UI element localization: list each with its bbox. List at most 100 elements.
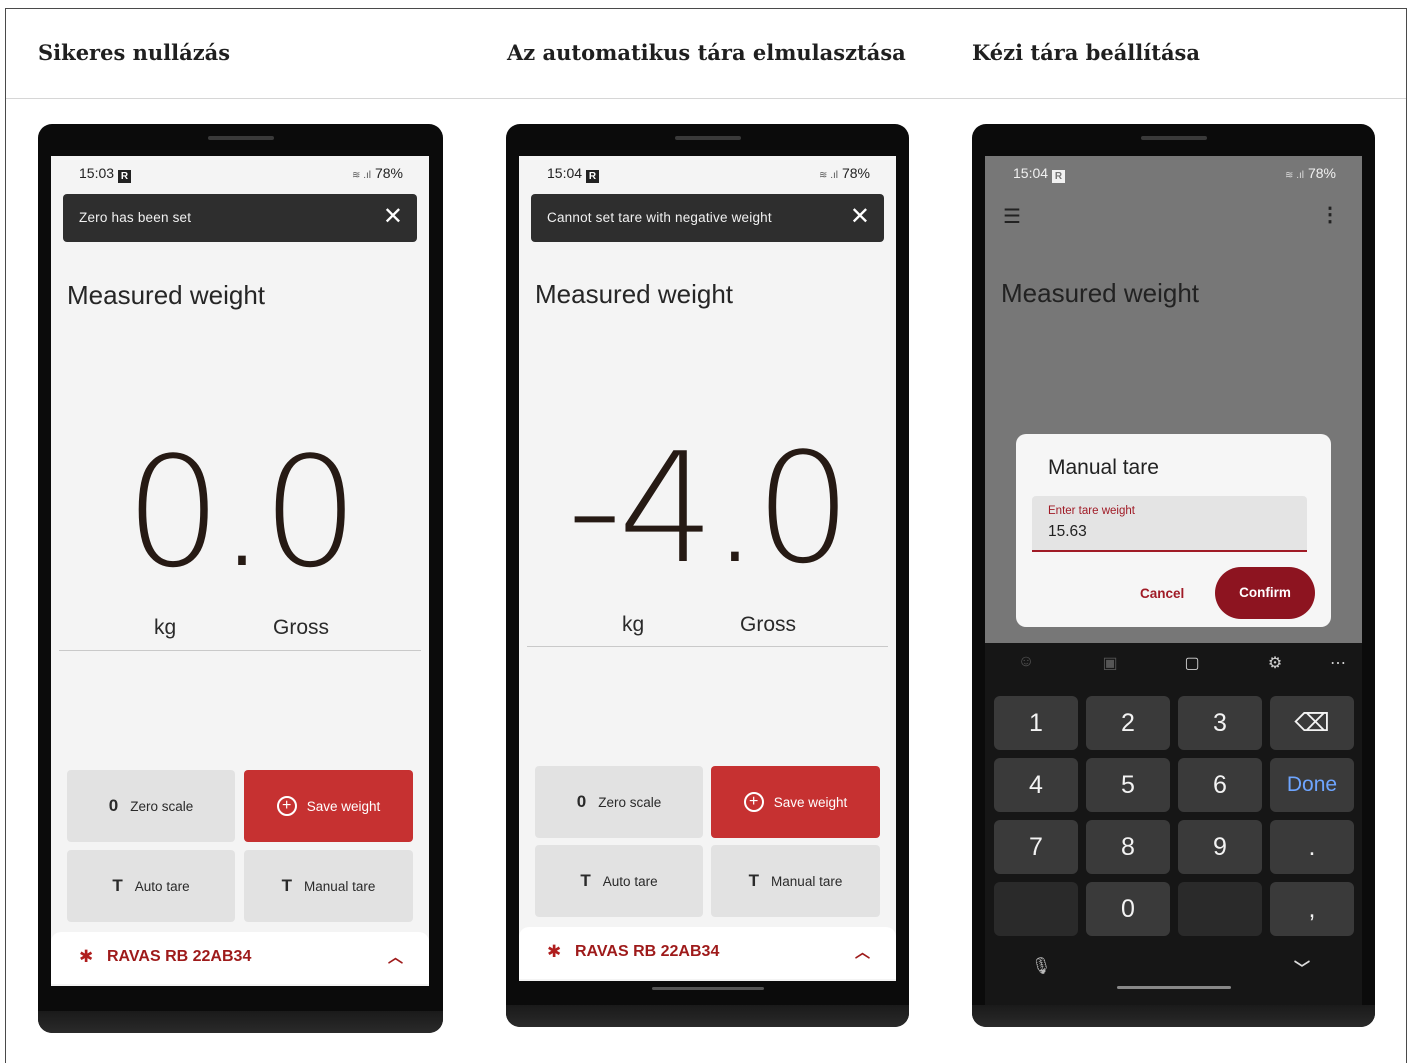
weight-value: 0.0 (125, 424, 359, 601)
keyboard-toolbar: ☺ ▣ ▢ ⚙ ⋯ (985, 643, 1362, 687)
button-label: Manual tare (771, 873, 843, 889)
add-circle-icon: + (276, 796, 297, 816)
mode-label: Gross (273, 616, 330, 639)
save-weight-button[interactable]: + Save weight (711, 766, 880, 838)
phone-bezel (506, 1005, 909, 1027)
key-6[interactable]: 6 (1178, 758, 1262, 812)
phone-1-screen: 15:03 R ≋ .ıl 78% Zero has been set ✕ Meas… (51, 156, 429, 986)
unit-label: kg (154, 616, 177, 639)
manual-tare-button[interactable]: T Manual tare (711, 845, 880, 917)
button-label: Zero scale (130, 798, 194, 814)
settings-icon[interactable]: ⚙ (1262, 653, 1288, 677)
key-0[interactable]: 0 (1086, 882, 1170, 936)
status-bar: 15:03 R ≋ .ıl 78% (51, 156, 429, 188)
status-time: 15:03 R (79, 165, 132, 183)
tare-icon: T (748, 871, 760, 890)
key-4[interactable]: 4 (994, 758, 1078, 812)
key-comma[interactable]: , (1270, 882, 1354, 936)
app-badge-icon: R (118, 170, 132, 183)
key-7[interactable]: 7 (994, 820, 1078, 874)
phone-bezel (972, 1005, 1375, 1027)
tare-icon: T (580, 871, 591, 890)
key-2[interactable]: 2 (1086, 696, 1170, 750)
manual-tare-button[interactable]: T Manual tare (244, 850, 413, 922)
key-8[interactable]: 8 (1086, 820, 1170, 874)
device-bar[interactable]: ✱ RAVAS RB 22AB34 ︿ (519, 927, 896, 979)
mode-label: Gross (740, 613, 797, 636)
phone-2: 15:04 R ≋ .ıl 78% Cannot set tare with neg… (506, 124, 909, 1027)
auto-tare-button[interactable]: T Auto tare (535, 845, 703, 917)
numeric-keyboard: ☺ ▣ ▢ ⚙ ⋯ 1 2 3 ⌫ 4 5 6 Done 7 8 9 . 0 ,… (985, 643, 1362, 1006)
input-label: Enter tare weight (1048, 505, 1135, 517)
button-label: Zero scale (598, 794, 662, 810)
close-icon[interactable]: ✕ (383, 202, 403, 231)
button-label: Save weight (773, 794, 848, 810)
chevron-down-icon[interactable]: ﹀ (1294, 955, 1310, 979)
zero-scale-button[interactable]: 0 Zero scale (67, 770, 235, 842)
speaker-grill (674, 136, 741, 140)
mic-icon[interactable]: 🎙 (1031, 956, 1051, 976)
key-9[interactable]: 9 (1178, 820, 1262, 874)
status-time: 15:04 R (1013, 165, 1066, 183)
snackbar: Cannot set tare with negative weight ✕ (531, 194, 884, 242)
tare-icon: T (281, 876, 293, 895)
status-right: ≋ .ıl 78% (352, 165, 403, 181)
key-blank (1178, 882, 1262, 936)
done-key[interactable]: Done (1270, 758, 1354, 812)
device-bar[interactable]: ✱ RAVAS RB 22AB34 ︿ (51, 932, 429, 984)
divider (527, 646, 888, 647)
snackbar-text: Zero has been set (79, 210, 192, 225)
battery-percent: 78% (374, 165, 403, 181)
header-divider (6, 98, 1406, 99)
menu-icon[interactable]: ☰ (1003, 204, 1021, 229)
home-indicator[interactable] (1117, 986, 1231, 989)
sticker-icon[interactable]: ▣ (1097, 653, 1123, 677)
more-vert-icon[interactable]: ⋮ (1320, 202, 1340, 227)
chevron-up-icon[interactable]: ︿ (855, 941, 870, 962)
unit-label: kg (622, 613, 645, 636)
clipboard-icon[interactable]: ▢ (1179, 653, 1205, 677)
key-1[interactable]: 1 (994, 696, 1078, 750)
status-right: ≋ .ıl 78% (1285, 165, 1336, 181)
phone-1: 15:03 R ≋ .ıl 78% Zero has been set ✕ Meas… (38, 124, 443, 1033)
button-label: Manual tare (304, 878, 376, 894)
close-icon[interactable]: ✕ (850, 202, 870, 231)
cancel-button[interactable]: Cancel (1140, 586, 1184, 601)
zero-icon: 0 (108, 796, 119, 815)
emoji-icon[interactable]: ☺ (1013, 653, 1039, 677)
speaker-grill (1140, 136, 1207, 140)
weight-value: -4.0 (567, 420, 852, 597)
key-5[interactable]: 5 (1086, 758, 1170, 812)
signal-icon: ≋ .ıl (352, 170, 371, 181)
key-3[interactable]: 3 (1178, 696, 1262, 750)
snackbar-text: Cannot set tare with negative weight (547, 210, 772, 225)
status-bar: 15:04 R ≋ .ıl 78% (519, 156, 896, 188)
app-badge-icon: R (586, 170, 600, 183)
auto-tare-button[interactable]: T Auto tare (67, 850, 235, 922)
phone-bezel (38, 1011, 443, 1033)
speaker-grill (207, 136, 274, 140)
chevron-up-icon[interactable]: ︿ (388, 946, 403, 967)
zero-scale-button[interactable]: 0 Zero scale (535, 766, 703, 838)
backspace-icon[interactable]: ⌫ (1270, 696, 1354, 750)
column-title-3: Kézi tára beállítása (972, 40, 1200, 65)
bluetooth-icon: ✱ (547, 942, 562, 961)
device-name: RAVAS RB 22AB34 (107, 948, 252, 965)
home-indicator[interactable] (652, 987, 764, 990)
button-label: Save weight (306, 798, 381, 814)
tare-icon: T (112, 876, 123, 895)
phone-2-screen: 15:04 R ≋ .ıl 78% Cannot set tare with neg… (519, 156, 896, 981)
key-period[interactable]: . (1270, 820, 1354, 874)
confirm-button[interactable]: Confirm (1215, 567, 1315, 619)
status-bar: 15:04 R ≋ .ıl 78% (985, 156, 1362, 188)
input-value: 15.63 (1048, 523, 1087, 540)
save-weight-button[interactable]: + Save weight (244, 770, 413, 842)
tare-weight-input[interactable]: Enter tare weight 15.63 (1032, 496, 1307, 552)
phone-3-screen: 15:04 R ≋ .ıl 78% ☰ ⋮ Measured weight Manu… (985, 156, 1362, 1006)
bluetooth-icon: ✱ (79, 947, 94, 966)
add-circle-icon: + (743, 792, 764, 812)
button-label: Auto tare (602, 873, 658, 889)
status-time: 15:04 R (547, 165, 600, 183)
dialog-title: Manual tare (1048, 456, 1159, 479)
more-horiz-icon[interactable]: ⋯ (1325, 653, 1351, 677)
